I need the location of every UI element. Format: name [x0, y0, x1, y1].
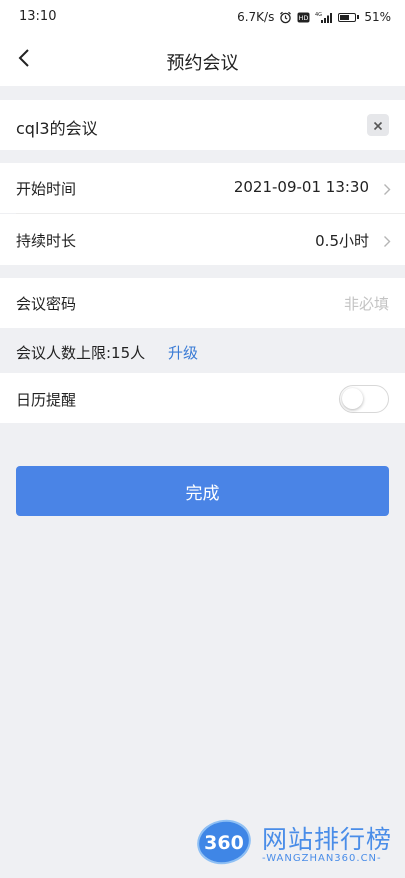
- calendar-reminder-row: 日历提醒: [0, 373, 405, 423]
- svg-text:4G: 4G: [315, 12, 322, 18]
- nav-bar: 预约会议: [0, 34, 405, 86]
- logo-text: 360: [204, 832, 244, 854]
- watermark: 360 网站排行榜 -WANGZHAN360.CN-: [196, 812, 401, 874]
- clear-title-button[interactable]: [367, 114, 389, 136]
- duration-row[interactable]: 持续时长 0.5小时: [0, 214, 405, 265]
- password-row[interactable]: 会议密码 非必填: [0, 278, 405, 328]
- page-title: 预约会议: [166, 53, 239, 74]
- watermark-subtitle: -WANGZHAN360.CN-: [262, 853, 382, 864]
- 360-logo-icon: 360: [197, 819, 251, 865]
- participant-limit-label: 会议人数上限:15人: [16, 344, 146, 362]
- battery-icon: [338, 12, 360, 22]
- close-icon: [373, 116, 383, 135]
- start-time-label: 开始时间: [16, 180, 77, 198]
- password-input[interactable]: 非必填: [344, 293, 389, 314]
- status-icons: 6.7K/s HD 4G 51%: [237, 8, 391, 26]
- start-time-value: 2021-09-01 13:30: [233, 178, 369, 196]
- duration-label: 持续时长: [16, 232, 77, 250]
- meeting-title-value[interactable]: cql3的会议: [16, 115, 98, 139]
- duration-value: 0.5小时: [315, 232, 369, 250]
- status-bar: 13:10 6.7K/s HD 4G 51%: [0, 0, 405, 34]
- upgrade-link[interactable]: 升级: [168, 342, 198, 363]
- svg-text:HD: HD: [299, 14, 309, 22]
- password-label: 会议密码: [16, 295, 77, 313]
- signal-4g-icon: 4G: [315, 11, 333, 24]
- toggle-knob: [342, 388, 363, 409]
- participant-limit-row: 会议人数上限:15人 升级: [0, 328, 405, 372]
- chevron-right-icon: [383, 233, 391, 252]
- watermark-title: 网站排行榜: [262, 825, 393, 854]
- status-time: 13:10: [19, 9, 57, 24]
- start-time-row[interactable]: 开始时间 2021-09-01 13:30: [0, 163, 405, 213]
- alarm-icon: [279, 11, 292, 24]
- calendar-reminder-toggle[interactable]: [339, 385, 389, 413]
- schedule-meeting-screen: 13:10 6.7K/s HD 4G 51% 预约会议 cql3的会议 开始时间…: [0, 0, 405, 878]
- meeting-title-field[interactable]: cql3的会议: [0, 100, 405, 150]
- done-button[interactable]: 完成: [16, 466, 389, 516]
- network-speed: 6.7K/s: [237, 10, 275, 24]
- battery-percent: 51%: [364, 10, 391, 24]
- hd-icon: HD: [297, 12, 310, 23]
- chevron-right-icon: [383, 181, 391, 200]
- calendar-reminder-label: 日历提醒: [16, 391, 77, 409]
